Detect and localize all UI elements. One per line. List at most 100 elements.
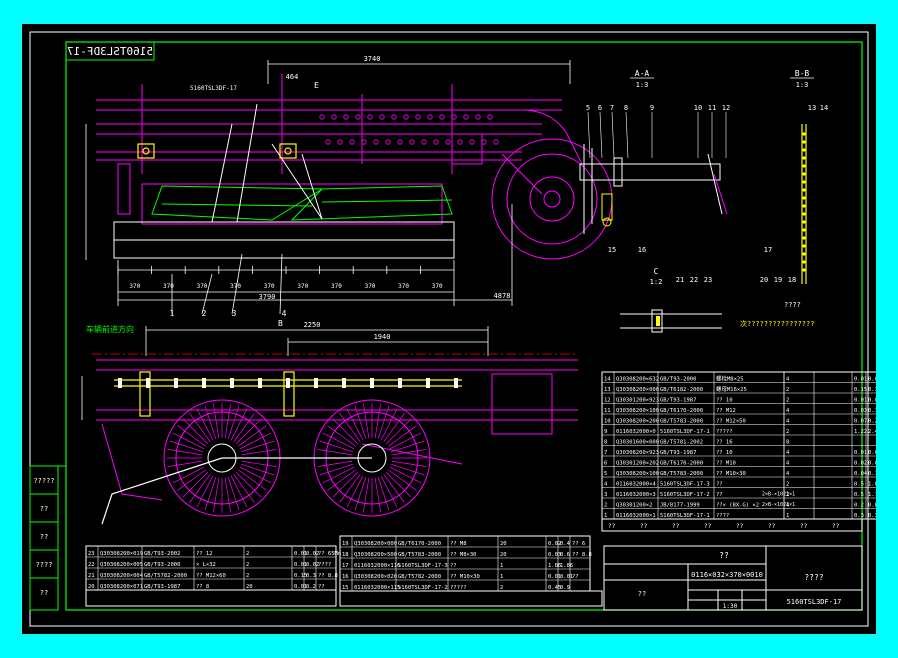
parts-table-cell: ?? M8 — [450, 541, 467, 547]
parts-table-cell: 23 — [88, 551, 95, 557]
parts-table-cell: 9 — [604, 429, 607, 435]
parts-table-cell: Q30308200×632 — [616, 377, 659, 383]
parts-table-cell: 1 — [500, 574, 503, 580]
parts-table-cell: 8 — [604, 440, 607, 446]
part-callout: 3 — [232, 309, 237, 318]
cad-drawing: ??????????????? 5160TSL3DF-17 3740 464 3… — [29, 31, 876, 627]
direction-note: 车辆前进方向 — [86, 324, 134, 334]
parts-table-cell: 20 — [500, 552, 507, 558]
parts-table-cell: 19 — [342, 541, 349, 547]
bb-note: ???? — [784, 301, 801, 309]
section-bb: B-B 1:3 13 14 17 20 19 18 ???? — [760, 69, 828, 309]
parts-table-cell: 4 — [786, 450, 790, 456]
parts-table-cell: 5160TSL3DF-17-2 — [660, 492, 710, 498]
parts-table-cell: 13 — [604, 387, 611, 393]
title-code: 0116×032×370×0010 — [691, 571, 763, 579]
parts-table-cell: 0.2 — [854, 503, 864, 509]
parts-table-cell: Q30308200×004 — [100, 573, 144, 579]
parts-table-cell: 1.22 — [854, 429, 867, 435]
section-bb-callout: 19 — [774, 276, 782, 284]
label-b: B — [278, 319, 283, 328]
section-aa-callout: 10 — [694, 104, 702, 112]
section-aa-scale: 1:3 — [636, 81, 649, 89]
parts-table-cell: 7 — [604, 450, 607, 456]
parts-table-cell: 2 — [786, 429, 789, 435]
cad-drawing-canvas[interactable]: ??????????????? 5160TSL3DF-17 3740 464 3… — [22, 24, 876, 634]
parts-table-cell: 0.04 — [868, 450, 876, 456]
title-name: ?? — [719, 551, 729, 560]
parts-table-header: ?? — [768, 523, 776, 530]
parts-table-cell: ?? 8.8 — [572, 552, 592, 558]
parts-table-cell: 21 — [88, 573, 95, 579]
spray-bar — [113, 103, 455, 259]
parts-table-cell: Q30301600×000 — [616, 440, 659, 446]
parts-table-cell: 0.12 — [868, 408, 876, 414]
parts-table-cell: × L×32 — [196, 562, 216, 568]
parts-table-cell: 螺栓M8×25 — [716, 375, 744, 383]
parts-table-cell: 0.5 — [854, 482, 864, 488]
dim-segment: 370 — [230, 283, 241, 290]
section-aa-callout: 11 — [708, 104, 716, 112]
title-scale: 1:30 — [723, 603, 738, 610]
dim-segment: 370 — [129, 283, 140, 290]
parts-table-cell: ?? 10 — [716, 398, 733, 404]
parts-table-cell: 0.3 — [306, 573, 316, 579]
parts-table-cell: GB/T93-2002 — [144, 551, 180, 557]
parts-table-cell: 1.71 — [868, 492, 876, 498]
parts-table-cell: GB/T6170-2000 — [398, 541, 441, 547]
parts-table-cell: 0.3 — [868, 387, 876, 393]
parts-table-cell: Q30308200×071 — [100, 584, 143, 590]
section-aa-callout: 12 — [722, 104, 730, 112]
parts-table-cell: 1.04 — [868, 482, 876, 488]
parts-table-cell: ?? M12×60 — [196, 573, 226, 579]
code-label-mirrored: 5160TSL3DF-17 — [65, 41, 155, 61]
label-e: E — [314, 81, 319, 90]
parts-table-header: ?? — [704, 523, 712, 530]
parts-table-cell: 0116032000×1 — [616, 513, 656, 519]
parts-table-cell: 2 — [786, 482, 789, 488]
section-aa-callout: 9 — [650, 104, 654, 112]
parts-table-cell: 4 — [604, 482, 608, 488]
parts-table-cell: GB/T6170-2000 — [660, 461, 703, 467]
parts-table-cell: 2 — [604, 503, 607, 509]
parts-table-header: ?? — [608, 523, 616, 530]
parts-table-cell: 0.02 — [868, 398, 876, 404]
parts-table-cell: ?? M10×30 — [450, 574, 480, 580]
detail-c-scale: 1:2 — [650, 278, 663, 286]
parts-table-cell: ?? 8.8 — [318, 573, 338, 579]
parts-table-cell: 0.04 — [854, 471, 868, 477]
parts-table-cell: Q30301200×202 — [616, 461, 659, 467]
left-margin-label: ???? — [36, 561, 53, 569]
parts-table-cell: 0.3 — [854, 513, 864, 519]
parts-table-cell: ????? — [716, 429, 733, 435]
parts-table-cell: 4 — [786, 471, 790, 477]
parts-table-cell: ?? M12×50 — [716, 419, 746, 425]
title-product: ???? — [804, 573, 823, 582]
dim-total-3790: 3790 — [259, 293, 276, 301]
parts-table-cell: GB/T5782-2000 — [398, 574, 441, 580]
parts-table-cell: Q30308200×000 — [616, 387, 659, 393]
parts-table-cell: 15 — [342, 585, 349, 591]
title-drawing-no: 5160TSL3DF-17 — [787, 598, 842, 606]
detail-c: C 1:2 21 22 23 次???????????????? — [620, 267, 814, 333]
parts-table-cell: ????? — [450, 585, 467, 591]
parts-table-cell: JB/8177-1999 — [660, 503, 700, 509]
parts-table-cell: 17 — [342, 563, 349, 569]
part-callout: 2 — [202, 309, 207, 318]
parts-table-cell: 20 — [500, 541, 507, 547]
dim-segment: 370 — [264, 283, 275, 290]
parts-table-cell: 0116032000×115 — [354, 585, 400, 591]
parts-table-cell: 0.15 — [854, 387, 867, 393]
parts-table-cell: 0.07 — [854, 419, 867, 425]
parts-table-cell: ?? 10 — [716, 450, 733, 456]
parts-table-cell: 11 — [604, 408, 611, 414]
parts-table-cell: 0.8 — [868, 503, 876, 509]
parts-table-cell: GB/T5783-2000 — [398, 552, 441, 558]
parts-table-cell: GB/T6170-2000 — [660, 408, 703, 414]
parts-table-cell: 1 — [500, 563, 503, 569]
parts-table-cell: ?? 65Mn — [318, 551, 341, 557]
parts-table-cell: 2 — [786, 398, 789, 404]
parts-table-cell: Q30308200×020 — [354, 574, 397, 580]
parts-table-cell: ?? 16 — [716, 440, 733, 446]
parts-table-cell: 4 — [786, 377, 790, 383]
